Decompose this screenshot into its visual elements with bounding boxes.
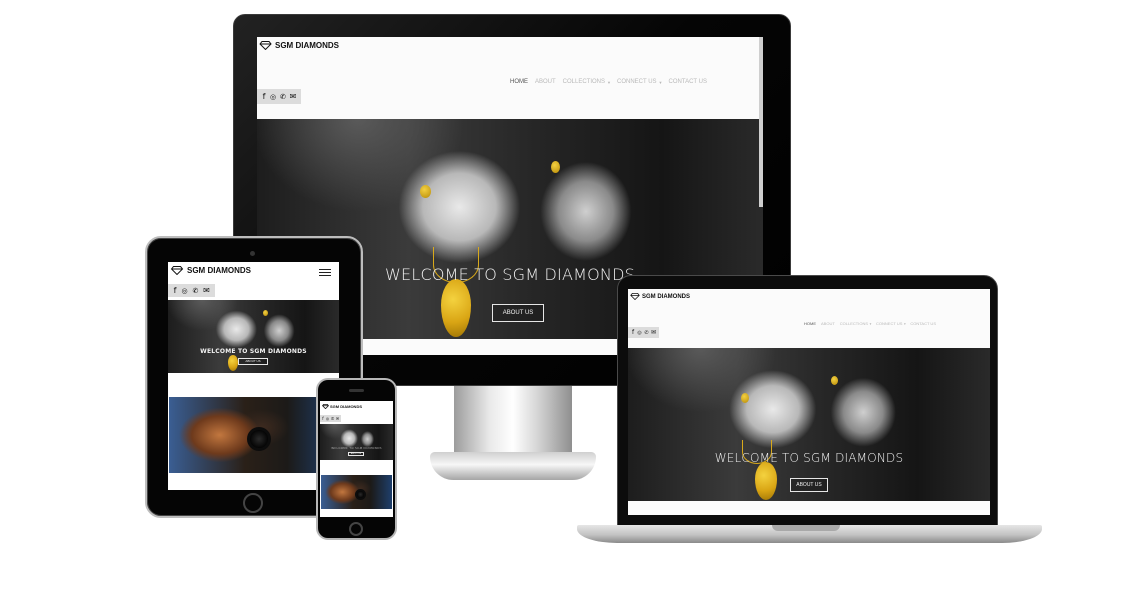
whatsapp-icon[interactable]: ✆: [643, 330, 650, 336]
gold-pendant: [755, 462, 777, 500]
chevron-down-icon: ▼: [869, 321, 872, 326]
whatsapp-icon[interactable]: ✆: [190, 287, 201, 295]
nav-item-home[interactable]: HOME: [804, 321, 816, 326]
tablet-screen: SGM DIAMONDS f ◎ ✆ ✉ WELCOME TO SGM DIAM…: [168, 262, 339, 490]
phone-screen: SGM DIAMONDS f ◎ ✆ ✉ WELCOME TO SGM DIAM…: [320, 401, 393, 517]
about-us-button[interactable]: ABOUT US: [492, 304, 544, 322]
chevron-down-icon: ▼: [658, 79, 663, 85]
facebook-icon[interactable]: f: [171, 286, 179, 295]
tablet-home-button[interactable]: [243, 493, 263, 513]
monitor-stand-foot: [430, 452, 596, 480]
laptop-screen: SGM DIAMONDS HOME ABOUT COLLECTIONS ▼ CO…: [628, 289, 990, 515]
social-links-bar: f ◎ ✆ ✉: [168, 284, 215, 297]
brand-name: SGM DIAMONDS: [642, 293, 690, 300]
brand-name: SGM DIAMONDS: [330, 404, 362, 409]
diamond-icon: [259, 41, 272, 50]
diamond-icon: [170, 266, 184, 275]
envelope-icon[interactable]: ✉: [650, 329, 657, 336]
social-links-bar: f ◎ ✆ ✉: [628, 327, 659, 338]
social-links-bar: f ◎ ✆ ✉: [257, 89, 301, 104]
site-logo[interactable]: SGM DIAMONDS: [170, 266, 251, 275]
hero-banner: WELCOME TO SGM DIAMONDS ABOUT US: [168, 300, 339, 373]
gold-pendant: [441, 279, 471, 337]
hero-banner: WELCOME TO SGM DIAMONDS ABOUT US: [320, 424, 393, 460]
nav-item-collections[interactable]: COLLECTIONS: [563, 79, 605, 85]
diamond-icon: [322, 404, 329, 409]
gold-pendant: [228, 355, 238, 371]
about-us-button[interactable]: ABOUT US: [238, 358, 268, 365]
nav-item-contact-us[interactable]: CONTACT US: [669, 79, 707, 85]
envelope-icon[interactable]: ✉: [335, 416, 340, 421]
phone-speaker: [349, 389, 364, 392]
envelope-icon[interactable]: ✉: [288, 92, 298, 101]
hero-welcome-title: WELCOME TO SGM DIAMONDS: [200, 348, 307, 355]
envelope-icon[interactable]: ✉: [201, 286, 212, 295]
instagram-icon[interactable]: ◎: [179, 287, 190, 295]
social-links-bar: f ◎ ✆ ✉: [320, 415, 341, 422]
tablet-camera: [250, 251, 255, 256]
diamond-icon: [630, 293, 640, 300]
jeweller-loupe: [247, 427, 271, 451]
jeweller-loupe: [355, 489, 366, 500]
chevron-down-icon: ▼: [607, 79, 611, 85]
brand-name: SGM DIAMONDS: [187, 266, 251, 275]
diamond-inspection-photo: [169, 397, 338, 473]
hero-welcome-title: WELCOME TO SGM DIAMONDS: [331, 446, 382, 450]
instagram-icon[interactable]: ◎: [268, 93, 278, 101]
gold-earring: [420, 185, 431, 198]
nav-item-connect-us[interactable]: CONNECT US: [617, 79, 657, 85]
gold-earring: [831, 376, 838, 385]
whatsapp-icon[interactable]: ✆: [278, 93, 288, 101]
hero-banner: WELCOME TO SGM DIAMONDS ABOUT US: [628, 348, 990, 501]
nav-item-home[interactable]: HOME: [510, 79, 528, 85]
nav-item-collections[interactable]: COLLECTIONS: [840, 321, 868, 326]
hero-welcome-title: WELCOME TO SGM DIAMONDS: [714, 451, 904, 465]
hamburger-menu-icon[interactable]: [319, 269, 331, 276]
phone-home-button[interactable]: [349, 522, 363, 536]
main-nav: HOME ABOUT COLLECTIONS ▼ CONNECT US ▼ CO…: [804, 321, 936, 326]
about-us-button[interactable]: ABOUT US: [348, 452, 364, 456]
nav-item-contact-us[interactable]: CONTACT US: [910, 321, 936, 326]
brand-name: SGM DIAMONDS: [275, 41, 339, 50]
gold-earring: [263, 310, 268, 316]
diamond-inspection-photo: [321, 475, 392, 509]
gold-earring: [551, 161, 560, 173]
site-logo[interactable]: SGM DIAMONDS: [322, 404, 362, 409]
instagram-icon[interactable]: ◎: [636, 330, 643, 336]
site-logo[interactable]: SGM DIAMONDS: [630, 293, 690, 300]
laptop-notch: [772, 525, 840, 531]
about-us-button[interactable]: ABOUT US: [790, 478, 828, 492]
nav-item-about[interactable]: ABOUT: [535, 79, 556, 85]
chevron-down-icon: ▼: [903, 321, 907, 326]
nav-item-about[interactable]: ABOUT: [821, 321, 835, 326]
monitor-stand-neck: [454, 386, 572, 456]
gold-earring: [741, 393, 749, 403]
nav-item-connect-us[interactable]: CONNECT US: [876, 321, 902, 326]
main-nav: HOME ABOUT COLLECTIONS ▼ CONNECT US ▼ CO…: [510, 79, 707, 85]
site-logo[interactable]: SGM DIAMONDS: [259, 41, 339, 50]
scrollbar[interactable]: [759, 37, 763, 207]
facebook-icon[interactable]: f: [260, 92, 268, 101]
